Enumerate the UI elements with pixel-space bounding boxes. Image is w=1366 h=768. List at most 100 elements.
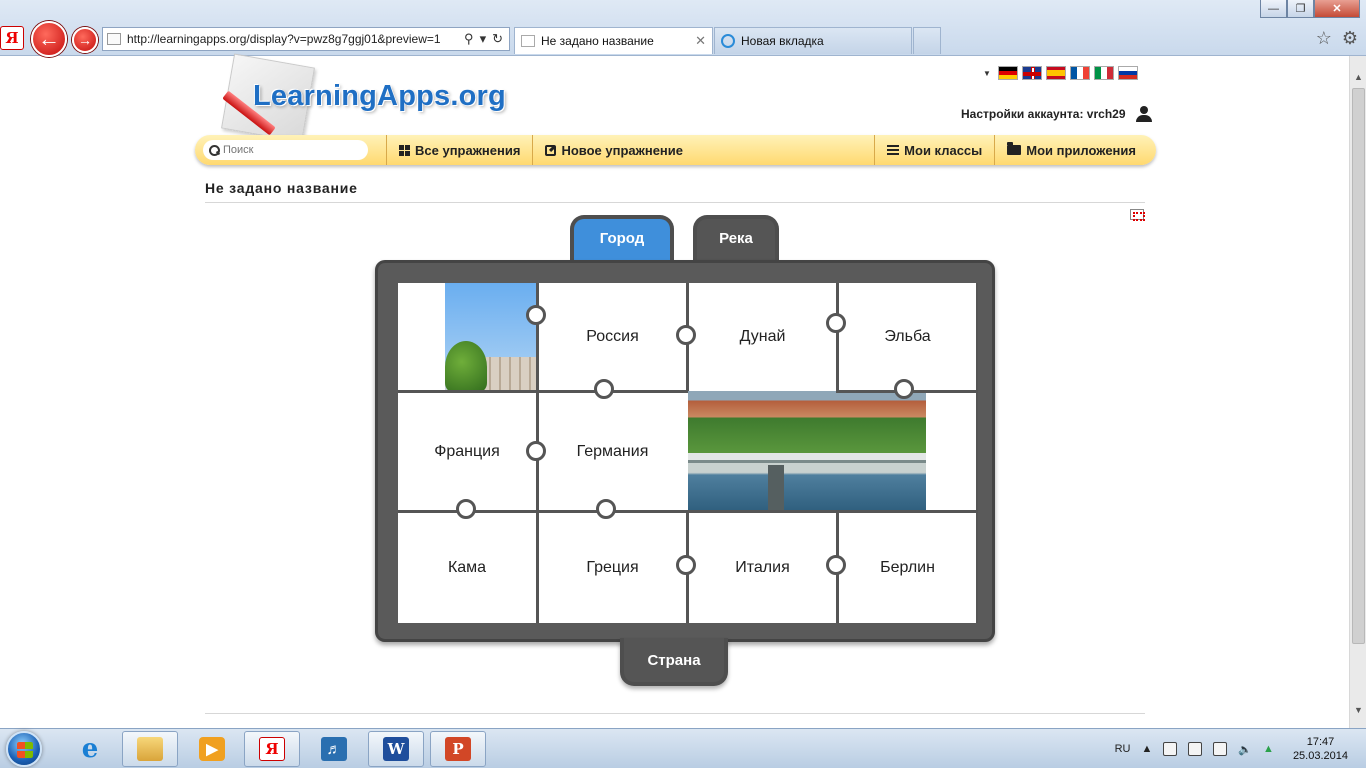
puzzle-piece-russia[interactable]: Россия — [539, 283, 686, 390]
language-selector: ▼ — [983, 66, 1138, 80]
taskbar-explorer[interactable] — [122, 731, 178, 767]
word-icon: W — [383, 737, 409, 761]
taskbar-media-player[interactable]: ▶ — [184, 731, 240, 767]
user-icon[interactable] — [1135, 106, 1152, 122]
grid-icon — [399, 144, 410, 156]
category-country[interactable]: Страна — [620, 638, 728, 686]
forward-button[interactable]: → — [72, 27, 98, 53]
address-bar[interactable]: http://learningapps.org/display?v=pwz8g7… — [102, 27, 510, 51]
nav-label: Все упражнения — [415, 142, 521, 158]
flag-gb-icon[interactable] — [1021, 66, 1042, 80]
favorites-star-icon[interactable]: ☆ — [1316, 28, 1332, 49]
search-icon[interactable]: ⚲ — [464, 31, 474, 47]
taskbar-yandex[interactable]: Я — [244, 731, 300, 767]
url-text[interactable]: http://learningapps.org/display?v=pwz8g7… — [127, 32, 464, 46]
volume-icon[interactable]: 🔈 — [1238, 743, 1252, 756]
photo-bridge-pillar — [768, 465, 784, 511]
google-drive-icon[interactable]: ▲ — [1263, 743, 1274, 755]
ie-icon — [721, 34, 735, 48]
window-controls: — ❐ ✕ — [1260, 0, 1360, 18]
scroll-thumb[interactable] — [1352, 88, 1365, 644]
nav-new-exercise[interactable]: Новое упражнение — [532, 135, 695, 165]
nav-my-classes[interactable]: Мои классы — [874, 135, 994, 165]
folder-icon — [1007, 142, 1022, 155]
divider — [205, 202, 1145, 203]
flag-it-icon[interactable] — [1093, 66, 1114, 80]
flag-de-icon[interactable] — [997, 66, 1018, 80]
tab-label: Новая вкладка — [741, 34, 824, 48]
category-river[interactable]: Река — [693, 215, 779, 263]
puzzle-piece-germany[interactable]: Германия — [539, 393, 686, 510]
main-nav: Все упражнения Новое упражнение Мои клас… — [195, 135, 1156, 165]
nav-my-apps[interactable]: Мои приложения — [994, 135, 1156, 165]
vertical-scrollbar[interactable]: ▲ ▼ — [1349, 56, 1366, 728]
restore-button[interactable]: ❐ — [1287, 0, 1314, 18]
start-button[interactable] — [6, 731, 42, 767]
clock[interactable]: 17:47 25.03.2014 — [1293, 735, 1348, 763]
close-tab-icon[interactable]: ✕ — [695, 33, 706, 49]
scroll-down-arrow-icon[interactable]: ▼ — [1350, 701, 1366, 718]
new-tab-button[interactable] — [913, 27, 941, 54]
tab-label: Не задано название — [541, 34, 654, 48]
tab-current[interactable]: Не задано название ✕ — [514, 27, 713, 54]
flag-icon[interactable] — [1163, 742, 1178, 756]
tab-new[interactable]: Новая вкладка — [714, 27, 912, 54]
category-city[interactable]: Город — [570, 215, 674, 263]
flag-fr-icon[interactable] — [1069, 66, 1090, 80]
divider — [205, 713, 1145, 714]
clock-date: 25.03.2014 — [1292, 750, 1348, 762]
photo-buildings — [481, 357, 537, 391]
taskbar-ie[interactable]: e — [62, 731, 118, 767]
taskbar-volume-app[interactable]: ♬ — [306, 731, 362, 767]
flag-ru-icon[interactable] — [1117, 66, 1138, 80]
account-settings-link[interactable]: Настройки аккаунта: vrch29 — [961, 106, 1152, 122]
edit-icon — [545, 144, 557, 156]
minimize-button[interactable]: — — [1260, 0, 1287, 18]
list-icon — [887, 145, 900, 155]
puzzle-piece-danube[interactable]: Дунай — [689, 283, 836, 390]
page-icon — [521, 35, 535, 47]
scroll-up-arrow-icon[interactable]: ▲ — [1350, 68, 1366, 85]
folder-icon — [137, 737, 163, 761]
puzzle-piece-elbe[interactable]: Эльба — [839, 283, 976, 390]
site-logo[interactable]: LearningApps.org — [205, 53, 525, 143]
city-photo-piece[interactable] — [445, 283, 537, 391]
yandex-icon[interactable]: Я — [0, 26, 24, 50]
taskbar-powerpoint[interactable]: P — [430, 731, 486, 767]
puzzle-piece-greece[interactable]: Греция — [539, 513, 686, 623]
search-icon — [209, 145, 220, 156]
puzzle-piece-berlin[interactable]: Берлин — [839, 513, 976, 623]
puzzle-piece-italy[interactable]: Италия — [689, 513, 836, 623]
taskbar-word[interactable]: W — [368, 731, 424, 767]
account-label[interactable]: Настройки аккаунта: vrch29 — [961, 107, 1126, 121]
dropdown-arrow-icon[interactable]: ▼ — [983, 69, 991, 78]
taskbar: e ▶ Я ♬ W P RU ▲ 🔈 ▲ 17:47 25.03.2014 — [0, 728, 1366, 768]
usb-device-icon[interactable] — [1188, 742, 1203, 756]
powerpoint-icon: P — [445, 737, 471, 761]
yandex-icon: Я — [259, 737, 285, 761]
media-player-icon: ▶ — [199, 737, 225, 761]
fullscreen-icon[interactable] — [1130, 209, 1145, 221]
input-language[interactable]: RU — [1115, 743, 1131, 755]
bridge-photo-piece[interactable] — [688, 391, 926, 511]
puzzle-piece-france[interactable]: Франция — [398, 393, 536, 510]
photo-bridge-deck — [688, 453, 926, 463]
refresh-icon[interactable]: ↻ — [492, 31, 503, 47]
search-box[interactable] — [203, 140, 368, 160]
photo-tree — [445, 341, 487, 391]
nav-label: Мои приложения — [1026, 142, 1136, 158]
speaker-icon: ♬ — [321, 737, 347, 761]
puzzle-grid: Россия Дунай Эльба Франция Германия Кама… — [398, 283, 978, 623]
nav-all-exercises[interactable]: Все упражнения — [386, 135, 532, 165]
close-window-button[interactable]: ✕ — [1314, 0, 1360, 18]
show-hidden-icons-arrow-icon[interactable]: ▲ — [1141, 743, 1152, 755]
settings-gear-icon[interactable]: ⚙ — [1342, 28, 1358, 49]
ie-icon: e — [81, 734, 99, 764]
search-input[interactable] — [223, 144, 353, 156]
dropdown-arrow-icon[interactable]: ▾ — [480, 31, 487, 47]
browser-toolbar: — ❐ ✕ Я ← → http://learningapps.org/disp… — [0, 0, 1366, 57]
flag-es-icon[interactable] — [1045, 66, 1066, 80]
puzzle-piece-kama[interactable]: Кама — [398, 513, 536, 623]
back-button[interactable]: ← — [31, 21, 67, 57]
network-icon[interactable] — [1213, 742, 1228, 756]
